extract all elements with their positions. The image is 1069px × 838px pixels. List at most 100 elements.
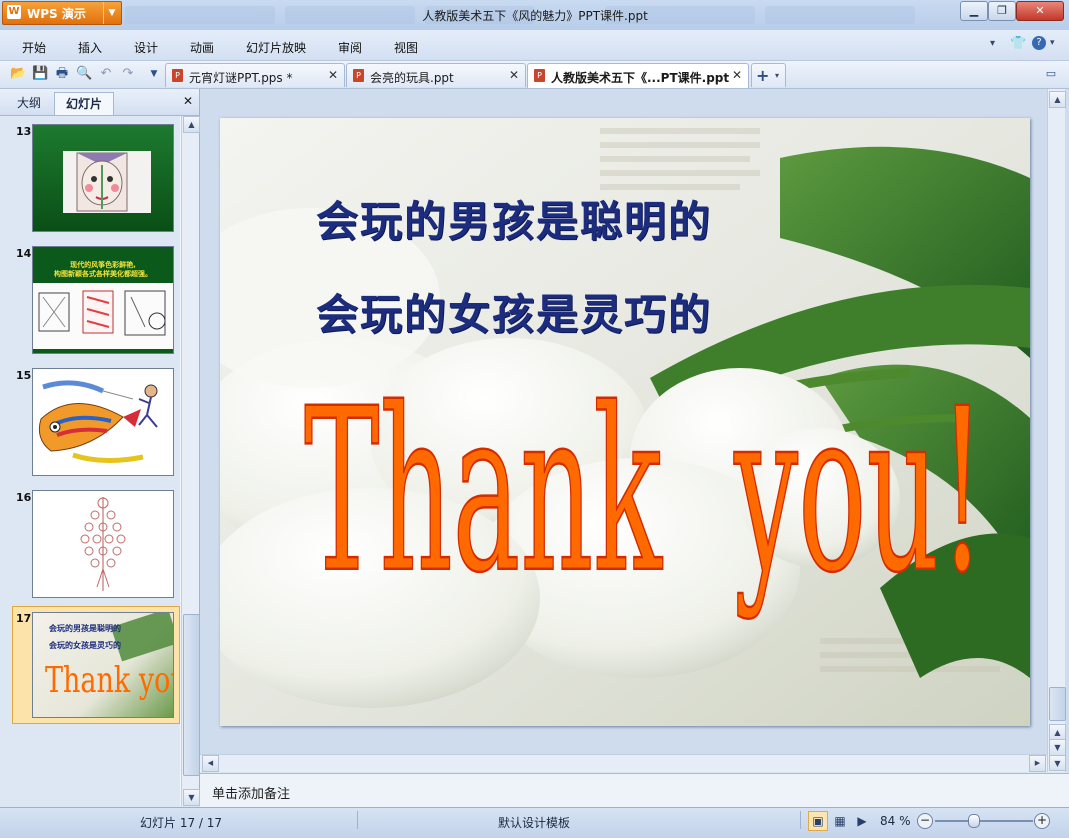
scroll-up-icon[interactable]: ▲: [183, 116, 200, 133]
help-dropdown-icon[interactable]: ▾: [1050, 38, 1055, 48]
leaf-decoration: [110, 613, 173, 662]
slide-number: 14: [16, 247, 32, 260]
slideshow-icon[interactable]: ▶: [852, 811, 872, 831]
horizontal-scrollbar[interactable]: ◀ ▶: [200, 754, 1047, 772]
scroll-down-icon[interactable]: ▼: [183, 789, 200, 806]
thumb-line2: 会玩的女孩是灵巧的: [49, 641, 121, 650]
slide-sorter-icon[interactable]: ▦: [830, 811, 850, 831]
customize-toolbar-icon[interactable]: ▼: [146, 66, 162, 82]
quick-toolbar: 📂 💾 🖶 🔍 ↶ ↷ ▼ P 元宵灯谜PPT.pps * ✕ P 会亮的玩具.…: [0, 61, 1069, 89]
doc-tab-label: 人教版美术五下《...PT课件.ppt: [551, 71, 730, 85]
tab-outline[interactable]: 大纲: [6, 92, 52, 114]
notes-placeholder[interactable]: 单击添加备注: [212, 783, 290, 802]
ppt-file-icon: P: [172, 69, 183, 82]
app-brand-label: WPS 演示: [27, 7, 86, 21]
menu-review[interactable]: 审阅: [338, 39, 362, 56]
normal-view-icon[interactable]: ▣: [808, 811, 828, 831]
slide-thumbnail-17[interactable]: 会玩的男孩是聪明的 会玩的女孩是灵巧的 Thank you!: [32, 612, 174, 718]
slide-counter: 幻灯片 17 / 17: [140, 816, 223, 830]
fish-kite-image: [38, 380, 158, 464]
slide-editor: 会玩的男孩是聪明的 会玩的女孩是灵巧的 Thank you! ▲ ▲ ▼ ▼ ◀…: [200, 89, 1069, 772]
close-tab-icon[interactable]: ✕: [328, 68, 338, 82]
slide-number: 16: [16, 491, 32, 504]
wps-logo-icon: W: [7, 5, 21, 19]
undo-icon[interactable]: ↶: [98, 66, 114, 82]
title-bar: W WPS 演示 ▼ 人教版美术五下《风的魅力》PPT课件.ppt ▁ ❐ ✕: [0, 0, 1069, 30]
scroll-down-icon[interactable]: ▼: [1049, 739, 1066, 756]
thumb-thanks: Thank you!: [45, 661, 173, 702]
close-tab-icon[interactable]: ✕: [732, 68, 742, 82]
doc-tab-1[interactable]: P 元宵灯谜PPT.pps * ✕: [165, 63, 345, 87]
doc-tab-3-active[interactable]: P 人教版美术五下《...PT课件.ppt ✕: [527, 63, 749, 88]
slide-line2: 会玩的女孩是灵巧的: [316, 290, 713, 339]
doc-tab-label: 会亮的玩具.ppt: [370, 71, 454, 85]
menu-home[interactable]: 开始: [22, 39, 46, 56]
zoom-out-icon[interactable]: −: [917, 813, 933, 829]
zoom-slider-track[interactable]: [935, 820, 1033, 822]
slide-thumbnail-13[interactable]: [32, 124, 174, 232]
slide-scrollbar[interactable]: ▲ ▲ ▼ ▼: [1047, 89, 1066, 772]
minimize-button[interactable]: ▁: [960, 1, 988, 21]
panel-tabs: 大纲 幻灯片 ✕: [0, 89, 199, 116]
thumb-caption-line2: 构图新颖各式各样美化都超强。: [54, 270, 152, 278]
redo-icon[interactable]: ↷: [120, 66, 136, 82]
thumb-line1: 会玩的男孩是聪明的: [49, 624, 121, 633]
window-title: 人教版美术五下《风的魅力》PPT课件.ppt: [422, 9, 648, 23]
thumb-caption-line1: 现代的风筝色彩鲜艳,: [70, 261, 136, 269]
slide-number: 17: [16, 612, 32, 625]
slide-thumbnail-list: 13 14 现代的风筝色彩鲜艳, 构图新颖各式各样美化都超强。 15 16 17…: [0, 116, 180, 806]
ppt-file-icon: P: [534, 69, 545, 82]
thumb-caption: 现代的风筝色彩鲜艳, 构图新颖各式各样美化都超强。: [33, 261, 173, 279]
close-panel-icon[interactable]: ✕: [183, 94, 193, 108]
status-bar: 幻灯片 17 / 17 默认设计模板 ▣ ▦ ▶ 84 % − +: [0, 807, 1069, 838]
divider: [800, 811, 801, 829]
print-icon[interactable]: 🖶: [54, 66, 70, 82]
slide-number: 15: [16, 369, 32, 382]
skin-shirt-icon[interactable]: 👕: [1010, 36, 1026, 51]
scroll-down-icon[interactable]: ▼: [1049, 755, 1066, 771]
slide-thumbnail-16[interactable]: [32, 490, 174, 598]
zoom-in-icon[interactable]: +: [1034, 813, 1050, 829]
menu-insert[interactable]: 插入: [78, 39, 102, 56]
zoom-level[interactable]: 84 %: [880, 814, 911, 828]
maximize-button[interactable]: ❐: [988, 1, 1016, 21]
thumbnail-scrollbar[interactable]: ▲ ▼: [181, 116, 200, 806]
slide-thumbnail-14[interactable]: 现代的风筝色彩鲜艳, 构图新颖各式各样美化都超强。: [32, 246, 174, 354]
template-name[interactable]: 默认设计模板: [498, 814, 570, 831]
save-icon[interactable]: 💾: [32, 66, 48, 82]
app-menu-button[interactable]: W WPS 演示 ▼: [2, 1, 122, 25]
ppt-file-icon: P: [353, 69, 364, 82]
centipede-kite-image: [80, 497, 126, 591]
help-icon[interactable]: ?: [1032, 36, 1046, 50]
menu-animation[interactable]: 动画: [190, 39, 214, 56]
close-tab-icon[interactable]: ✕: [509, 68, 519, 82]
zoom-slider-handle[interactable]: [968, 814, 980, 828]
chevron-down-icon[interactable]: ▼: [103, 2, 120, 24]
chevron-down-icon: ▾: [775, 71, 780, 80]
slide-number: 13: [16, 125, 32, 138]
slides-panel: 大纲 幻灯片 ✕ 13 14 现代的风筝色彩鲜艳, 构图新颖各式各样美化都超强。…: [0, 89, 200, 806]
scrollbar-thumb[interactable]: [1049, 687, 1066, 721]
open-folder-icon[interactable]: 📂: [10, 66, 26, 82]
tab-slides[interactable]: 幻灯片: [54, 92, 114, 115]
close-button[interactable]: ✕: [1016, 1, 1064, 21]
scroll-up-icon[interactable]: ▲: [1049, 91, 1066, 108]
scrollbar-thumb[interactable]: [183, 614, 200, 776]
ribbon-collapse-icon[interactable]: ▾: [990, 38, 995, 49]
menu-view[interactable]: 视图: [394, 39, 418, 56]
scroll-left-icon[interactable]: ◀: [202, 755, 219, 772]
doc-tab-2[interactable]: P 会亮的玩具.ppt ✕: [346, 63, 526, 87]
print-preview-icon[interactable]: 🔍: [76, 66, 92, 82]
slide-thumbnail-15[interactable]: [32, 368, 174, 476]
scroll-right-icon[interactable]: ▶: [1029, 755, 1046, 772]
new-tab-button[interactable]: + ▾: [751, 63, 786, 87]
menu-slideshow[interactable]: 幻灯片放映: [246, 39, 306, 56]
divider: [357, 811, 358, 829]
current-slide[interactable]: 会玩的男孩是聪明的 会玩的女孩是灵巧的 Thank you!: [220, 118, 1030, 726]
mask-kite-image: [63, 151, 151, 213]
notes-pane[interactable]: 单击添加备注: [200, 773, 1069, 808]
tab-list-icon[interactable]: ▭: [1043, 66, 1059, 82]
menu-design[interactable]: 设计: [134, 39, 158, 56]
doc-tab-label: 元宵灯谜PPT.pps *: [189, 71, 293, 85]
menu-bar: 开始 插入 设计 动画 幻灯片放映 审阅 视图 ▾ 👕 ? ▾: [0, 30, 1069, 61]
